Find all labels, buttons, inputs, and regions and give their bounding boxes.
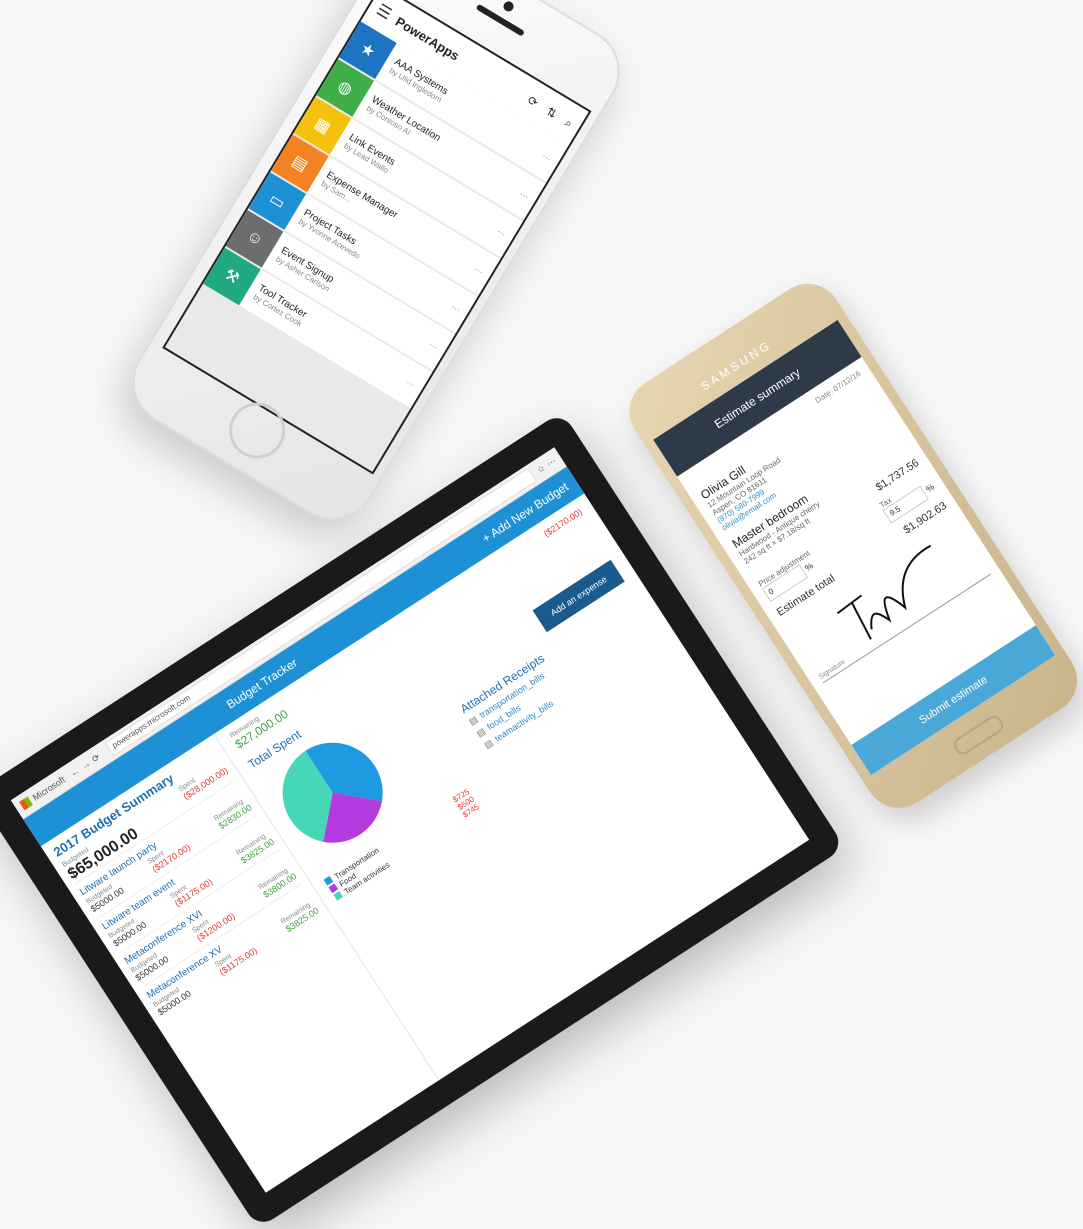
more-options-icon[interactable]: ⋯ bbox=[472, 264, 492, 282]
hamburger-menu-icon[interactable]: ☰ bbox=[373, 0, 396, 24]
microsoft-logo-icon bbox=[19, 796, 33, 811]
document-icon: ▤ bbox=[466, 713, 480, 728]
legend-swatch bbox=[333, 890, 344, 901]
reload-icon[interactable]: ⟳ bbox=[90, 751, 102, 764]
speaker-grille bbox=[475, 3, 525, 37]
favorite-icon[interactable]: ☆ bbox=[535, 462, 548, 476]
signature-label: Signature bbox=[817, 658, 847, 681]
search-icon[interactable]: ⌕ bbox=[562, 115, 575, 130]
more-options-icon[interactable]: ⋯ bbox=[517, 188, 537, 206]
document-icon: ▤ bbox=[482, 737, 495, 751]
refresh-icon[interactable]: ⟳ bbox=[525, 93, 541, 110]
forward-icon[interactable]: → bbox=[79, 758, 92, 771]
back-icon[interactable]: ← bbox=[68, 765, 81, 778]
more-icon[interactable]: ⋯ bbox=[545, 455, 559, 469]
camera-icon bbox=[501, 0, 516, 14]
more-options-icon[interactable]: ⋯ bbox=[427, 339, 447, 357]
more-options-icon[interactable]: ⋯ bbox=[449, 301, 469, 319]
more-options-icon[interactable]: ⋯ bbox=[404, 377, 424, 395]
price-adjustment-unit: % bbox=[802, 560, 816, 574]
samsung-home-button[interactable] bbox=[950, 712, 1007, 758]
sort-icon[interactable]: ⇅ bbox=[544, 104, 560, 121]
document-icon: ▤ bbox=[474, 725, 488, 739]
powerapps-screen: ☰ PowerApps ⟳ ⇅ ⌕ ★ AAA Systems by Ulid In… bbox=[162, 0, 592, 475]
tax-unit: % bbox=[924, 481, 937, 495]
more-options-icon[interactable]: ⋯ bbox=[540, 151, 560, 169]
more-options-icon[interactable]: ⋯ bbox=[495, 226, 515, 244]
